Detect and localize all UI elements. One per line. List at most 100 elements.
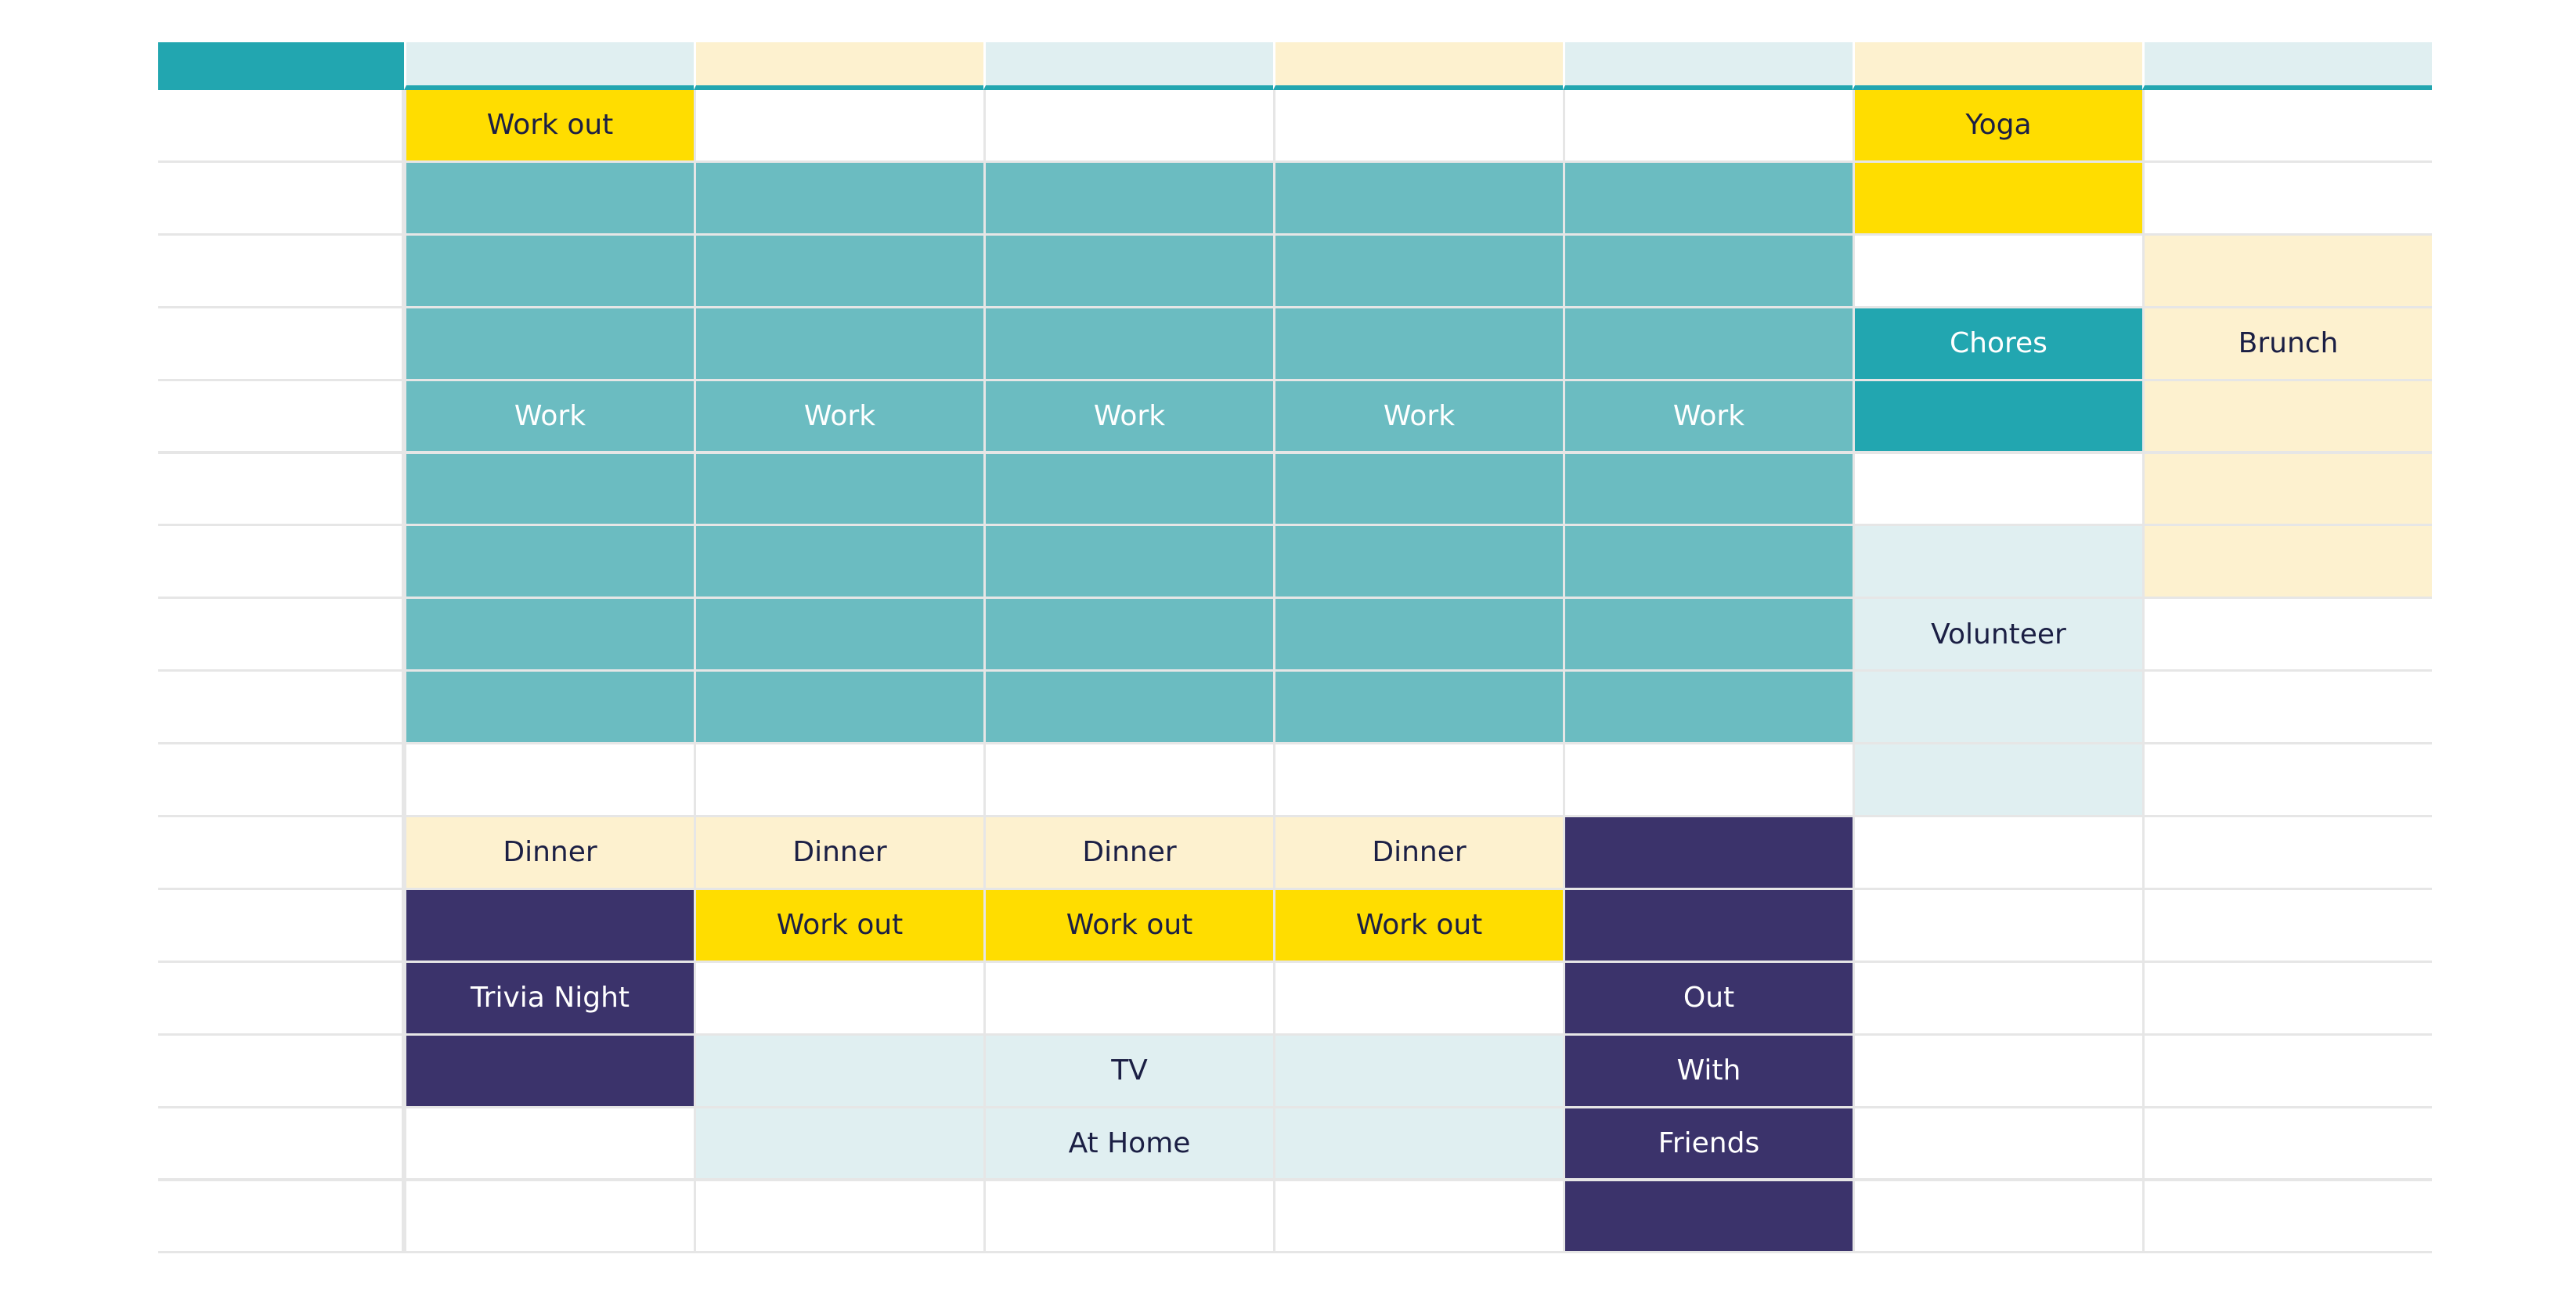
event-slot-brunch[interactable]: [2145, 235, 2432, 306]
empty-slot[interactable]: [1855, 1108, 2142, 1179]
event-slot-night[interactable]: [406, 1035, 694, 1106]
event-slot-work[interactable]: [986, 526, 1273, 597]
event-slot-work[interactable]: [1565, 235, 1853, 306]
event-slot-work[interactable]: [696, 599, 983, 670]
empty-slot[interactable]: [2145, 599, 2432, 670]
event-slot-night[interactable]: [406, 889, 694, 961]
event-slot-work[interactable]: [696, 526, 983, 597]
event-slot-brunch[interactable]: [2145, 380, 2432, 452]
event-slot-night[interactable]: Trivia Night: [406, 962, 694, 1033]
event-slot-work[interactable]: [1275, 162, 1563, 233]
event-slot-night[interactable]: [1565, 817, 1853, 888]
event-slot-work[interactable]: [406, 308, 694, 379]
event-slot-work[interactable]: [406, 526, 694, 597]
empty-slot[interactable]: [1855, 453, 2142, 524]
event-slot-work[interactable]: [1565, 308, 1853, 379]
event-slot-work[interactable]: [1565, 526, 1853, 597]
empty-slot[interactable]: [2145, 1108, 2432, 1179]
empty-slot[interactable]: [1855, 1180, 2142, 1252]
empty-slot[interactable]: [2145, 1180, 2432, 1252]
event-slot-work[interactable]: [986, 599, 1273, 670]
event-slot-tv[interactable]: [1275, 1108, 1563, 1179]
event-slot-work[interactable]: [406, 162, 694, 233]
event-slot-dinner[interactable]: Dinner: [986, 817, 1273, 888]
empty-slot[interactable]: [2145, 672, 2432, 743]
event-slot-workout[interactable]: Work out: [696, 889, 983, 961]
event-slot-work[interactable]: Work: [696, 380, 983, 452]
event-slot-work[interactable]: [406, 672, 694, 743]
event-slot-work[interactable]: [406, 235, 694, 306]
event-slot-dinner[interactable]: Dinner: [696, 817, 983, 888]
empty-slot[interactable]: [986, 90, 1273, 160]
empty-slot[interactable]: [986, 962, 1273, 1033]
event-slot-workout[interactable]: Work out: [406, 90, 694, 160]
empty-slot[interactable]: [2145, 744, 2432, 815]
event-slot-work[interactable]: [986, 453, 1273, 524]
event-slot-chores[interactable]: Chores: [1855, 308, 2142, 379]
event-slot-brunch[interactable]: [2145, 453, 2432, 524]
event-slot-night[interactable]: [1565, 889, 1853, 961]
event-slot-workout[interactable]: Work out: [986, 889, 1273, 961]
empty-slot[interactable]: [1275, 90, 1563, 160]
event-slot-workout[interactable]: Work out: [1275, 889, 1563, 961]
event-slot-night[interactable]: With: [1565, 1035, 1853, 1106]
empty-slot[interactable]: [1855, 817, 2142, 888]
event-slot-work[interactable]: [696, 235, 983, 306]
event-slot-night[interactable]: [1565, 1180, 1853, 1252]
event-slot-work[interactable]: [406, 453, 694, 524]
event-slot-workout[interactable]: [1855, 162, 2142, 233]
empty-slot[interactable]: [1855, 962, 2142, 1033]
event-slot-work[interactable]: [1275, 235, 1563, 306]
empty-slot[interactable]: [1275, 1180, 1563, 1252]
event-slot-work[interactable]: Work: [1275, 380, 1563, 452]
event-slot-work[interactable]: [1565, 162, 1853, 233]
empty-slot[interactable]: [2145, 1035, 2432, 1106]
empty-slot[interactable]: [1275, 744, 1563, 815]
event-slot-work[interactable]: [986, 672, 1273, 743]
empty-slot[interactable]: [2145, 889, 2432, 961]
event-slot-work[interactable]: Work: [406, 380, 694, 452]
event-slot-work[interactable]: [1565, 599, 1853, 670]
empty-slot[interactable]: [406, 1108, 694, 1179]
event-slot-volunteer[interactable]: [1855, 672, 2142, 743]
event-slot-work[interactable]: [986, 235, 1273, 306]
empty-slot[interactable]: [1855, 889, 2142, 961]
empty-slot[interactable]: [696, 1180, 983, 1252]
empty-slot[interactable]: [1855, 1035, 2142, 1106]
event-slot-tv[interactable]: [1275, 1035, 1563, 1106]
empty-slot[interactable]: [2145, 817, 2432, 888]
empty-slot[interactable]: [2145, 90, 2432, 160]
event-slot-volunteer[interactable]: [1855, 526, 2142, 597]
empty-slot[interactable]: [2145, 962, 2432, 1033]
event-slot-night[interactable]: Friends: [1565, 1108, 1853, 1179]
event-slot-work[interactable]: [986, 308, 1273, 379]
empty-slot[interactable]: [1855, 235, 2142, 306]
event-slot-tv[interactable]: TV: [986, 1035, 1273, 1106]
event-slot-work[interactable]: [696, 308, 983, 379]
event-slot-work[interactable]: [1565, 453, 1853, 524]
empty-slot[interactable]: [986, 1180, 1273, 1252]
event-slot-night[interactable]: Out: [1565, 962, 1853, 1033]
event-slot-work[interactable]: Work: [986, 380, 1273, 452]
empty-slot[interactable]: [696, 744, 983, 815]
event-slot-volunteer[interactable]: Volunteer: [1855, 599, 2142, 670]
event-slot-workout[interactable]: Yoga: [1855, 90, 2142, 160]
event-slot-brunch[interactable]: [2145, 526, 2432, 597]
empty-slot[interactable]: [696, 962, 983, 1033]
event-slot-tv[interactable]: [696, 1035, 983, 1106]
event-slot-chores[interactable]: [1855, 380, 2142, 452]
event-slot-dinner[interactable]: Dinner: [1275, 817, 1563, 888]
empty-slot[interactable]: [1275, 962, 1563, 1033]
event-slot-work[interactable]: [1275, 526, 1563, 597]
empty-slot[interactable]: [406, 744, 694, 815]
event-slot-tv[interactable]: At Home: [986, 1108, 1273, 1179]
event-slot-work[interactable]: [1565, 672, 1853, 743]
event-slot-work[interactable]: [1275, 599, 1563, 670]
event-slot-brunch[interactable]: Brunch: [2145, 308, 2432, 379]
event-slot-volunteer[interactable]: [1855, 744, 2142, 815]
empty-slot[interactable]: [1565, 90, 1853, 160]
event-slot-tv[interactable]: [696, 1108, 983, 1179]
empty-slot[interactable]: [2145, 162, 2432, 233]
empty-slot[interactable]: [406, 1180, 694, 1252]
empty-slot[interactable]: [986, 744, 1273, 815]
